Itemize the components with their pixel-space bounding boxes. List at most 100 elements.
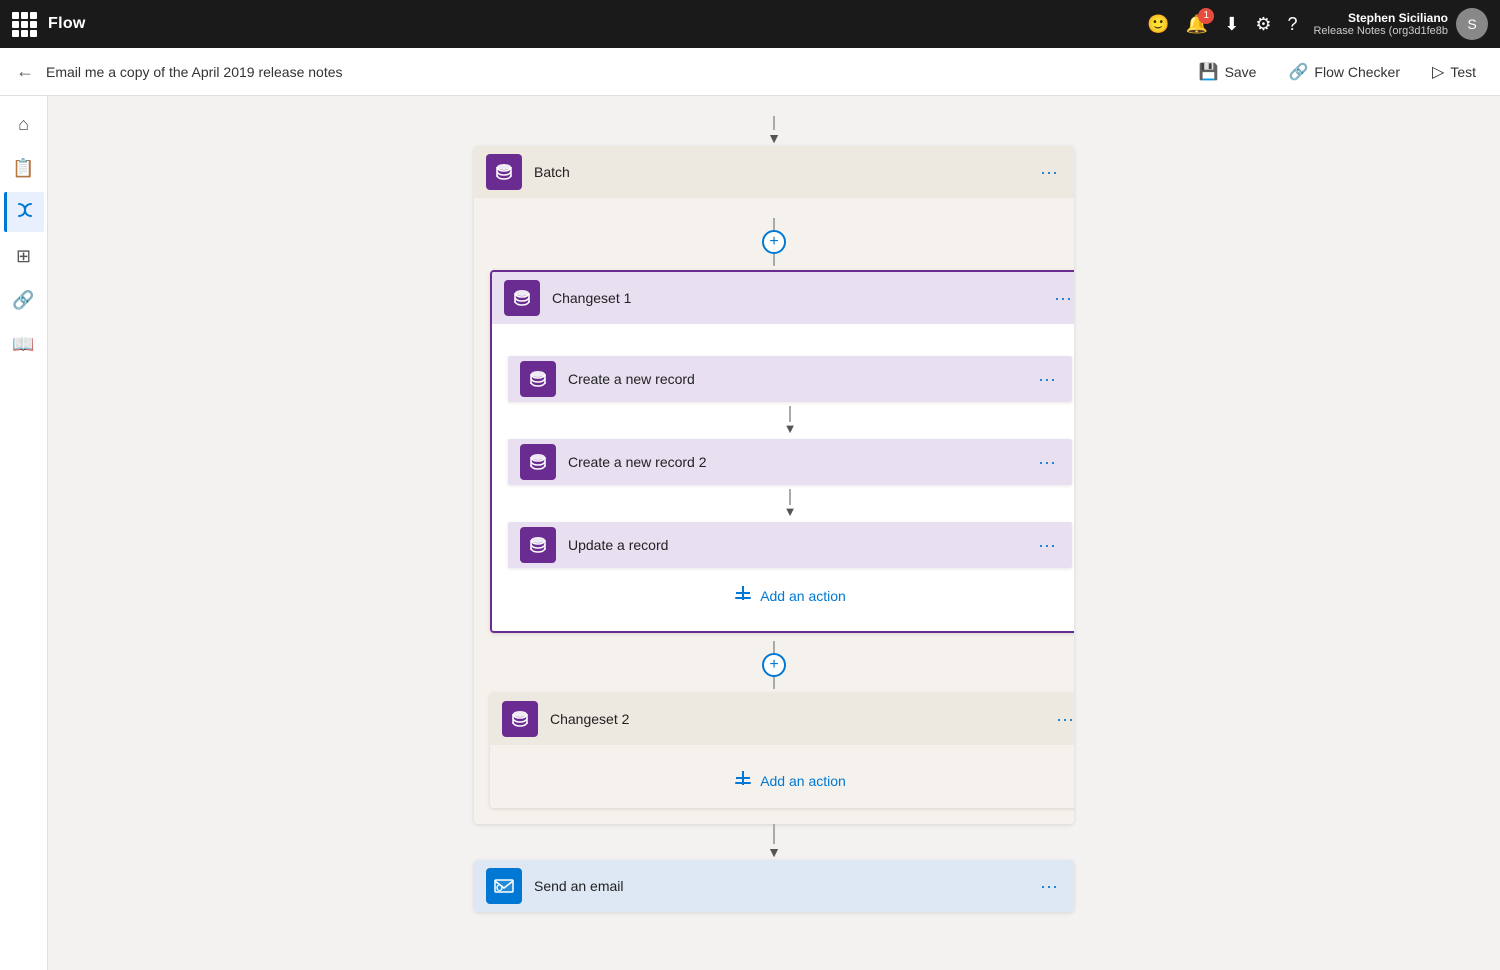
save-button[interactable]: 💾 Save bbox=[1191, 58, 1265, 86]
sidebar-item-connectors[interactable]: 🔗 bbox=[4, 280, 44, 320]
flow-canvas: ▼ Batch bbox=[48, 96, 1500, 970]
gear-icon: ⚙ bbox=[1255, 14, 1271, 35]
avatar: S bbox=[1456, 8, 1488, 40]
changeset1-more-button[interactable]: ··· bbox=[1050, 284, 1074, 313]
settings-button[interactable]: ⚙ bbox=[1255, 14, 1271, 35]
arrow-connector-bottom: ▼ bbox=[767, 824, 781, 860]
waffle-icon bbox=[12, 12, 36, 36]
sidebar-item-approvals[interactable]: 📋 bbox=[4, 148, 44, 188]
link-icon: 🔗 bbox=[12, 290, 34, 311]
create-record-2-icon bbox=[520, 444, 556, 480]
home-icon: ⌂ bbox=[18, 114, 29, 135]
ellipsis-icon: ··· bbox=[1040, 162, 1058, 182]
waffle-menu-button[interactable] bbox=[12, 12, 36, 36]
changeset1-icon bbox=[504, 280, 540, 316]
batch-card-body: + bbox=[474, 198, 1074, 824]
sidebar-item-learn[interactable]: 📖 bbox=[4, 324, 44, 364]
changeset1-body: Create a new record ··· ▼ bbox=[492, 324, 1074, 631]
user-profile[interactable]: Stephen Siciliano Release Notes (org3d1f… bbox=[1313, 8, 1488, 40]
add-action-row-2[interactable]: Add an action bbox=[506, 753, 1074, 800]
notification-count: 1 bbox=[1198, 8, 1214, 24]
send-email-icon: O bbox=[486, 868, 522, 904]
batch-more-button[interactable]: ··· bbox=[1036, 158, 1062, 187]
test-icon: ▷ bbox=[1432, 62, 1444, 82]
changeset1-title: Changeset 1 bbox=[552, 290, 1038, 306]
sidebar-item-templates[interactable]: ⊞ bbox=[4, 236, 44, 276]
user-name: Stephen Siciliano bbox=[1313, 11, 1448, 25]
help-button[interactable]: ? bbox=[1287, 14, 1297, 35]
arrow-connector-3: ▼ bbox=[508, 489, 1072, 518]
add-step-button-1[interactable]: + bbox=[762, 230, 786, 254]
batch-icon bbox=[486, 154, 522, 190]
breadcrumb: Email me a copy of the April 2019 releas… bbox=[46, 64, 343, 80]
back-button[interactable]: ← bbox=[16, 61, 34, 82]
update-record-icon bbox=[520, 527, 556, 563]
canvas-content: ▼ Batch bbox=[48, 96, 1500, 970]
toolbar-actions: 💾 Save 🔗 Flow Checker ▷ Test bbox=[1191, 58, 1484, 86]
add-step-button-2[interactable]: + bbox=[762, 653, 786, 677]
changeset2-title: Changeset 2 bbox=[550, 711, 1040, 727]
sidebar-item-connections[interactable] bbox=[4, 192, 44, 232]
user-org: Release Notes (org3d1fe8b bbox=[1313, 25, 1448, 37]
changeset2-more-button[interactable]: ··· bbox=[1052, 705, 1074, 734]
test-button[interactable]: ▷ Test bbox=[1424, 58, 1484, 86]
batch-card-header[interactable]: Batch ··· bbox=[474, 146, 1074, 198]
create-record-2-more-button[interactable]: ··· bbox=[1034, 448, 1060, 477]
send-email-card: O Send an email ··· bbox=[474, 860, 1074, 912]
create-record-2-header[interactable]: Create a new record 2 ··· bbox=[508, 439, 1072, 485]
flow-checker-label: Flow Checker bbox=[1314, 64, 1400, 80]
changeset2-header[interactable]: Changeset 2 ··· bbox=[490, 693, 1074, 745]
add-action-row-1[interactable]: Add an action bbox=[508, 568, 1072, 615]
update-record-title: Update a record bbox=[568, 537, 1022, 553]
action-card-create-record-2: Create a new record 2 ··· bbox=[508, 439, 1072, 485]
batch-title: Batch bbox=[534, 164, 1024, 180]
flow-checker-button[interactable]: 🔗 Flow Checker bbox=[1280, 58, 1408, 86]
flow-checker-icon: 🔗 bbox=[1288, 62, 1308, 82]
smiley-icon: 🙂 bbox=[1147, 14, 1169, 35]
notifications-button[interactable]: 🔔 1 bbox=[1186, 14, 1208, 35]
add-action-icon-2 bbox=[734, 769, 752, 792]
download-icon: ⬇ bbox=[1224, 14, 1239, 35]
changeset2-body: Add an action bbox=[490, 745, 1074, 808]
batch-card: Batch ··· + bbox=[474, 146, 1074, 824]
update-record-more-button[interactable]: ··· bbox=[1034, 531, 1060, 560]
side-navigation: ⌂ 📋 ⊞ 🔗 📖 bbox=[0, 96, 48, 970]
nav-icons: 🙂 🔔 1 ⬇ ⚙ ? Stephen Siciliano Release No… bbox=[1147, 8, 1488, 40]
changeset2-icon bbox=[502, 701, 538, 737]
create-record-2-title: Create a new record 2 bbox=[568, 454, 1022, 470]
ellipsis-icon: ··· bbox=[1038, 369, 1056, 389]
ellipsis-icon: ··· bbox=[1038, 535, 1056, 555]
app-title: Flow bbox=[48, 15, 86, 33]
add-action-label-1: Add an action bbox=[760, 588, 846, 604]
changeset1-header[interactable]: Changeset 1 ··· bbox=[492, 272, 1074, 324]
ellipsis-icon: ··· bbox=[1056, 709, 1074, 729]
create-record-1-more-button[interactable]: ··· bbox=[1034, 365, 1060, 394]
plus-connector-1: + bbox=[490, 218, 1058, 266]
top-navigation: Flow 🙂 🔔 1 ⬇ ⚙ ? Stephen Siciliano Relea… bbox=[0, 0, 1500, 48]
test-label: Test bbox=[1450, 64, 1476, 80]
plus-connector-2: + bbox=[490, 641, 1058, 689]
grid-icon: ⊞ bbox=[16, 246, 31, 267]
ellipsis-icon: ··· bbox=[1040, 876, 1058, 896]
create-record-1-title: Create a new record bbox=[568, 371, 1022, 387]
download-button[interactable]: ⬇ bbox=[1224, 14, 1239, 35]
send-email-more-button[interactable]: ··· bbox=[1036, 872, 1062, 901]
changeset1-card: Changeset 1 ··· bbox=[490, 270, 1074, 633]
update-record-header[interactable]: Update a record ··· bbox=[508, 522, 1072, 568]
send-email-header[interactable]: O Send an email ··· bbox=[474, 860, 1074, 912]
toolbar: ← Email me a copy of the April 2019 rele… bbox=[0, 48, 1500, 96]
add-action-icon bbox=[734, 584, 752, 607]
back-arrow-icon: ← bbox=[16, 61, 34, 82]
book-icon: 📖 bbox=[12, 334, 34, 355]
clipboard-icon: 📋 bbox=[12, 158, 34, 179]
changeset2-card: Changeset 2 ··· bbox=[490, 693, 1074, 808]
feedback-button[interactable]: 🙂 bbox=[1147, 14, 1169, 35]
flow-icon bbox=[15, 200, 35, 225]
create-record-1-icon bbox=[520, 361, 556, 397]
save-label: Save bbox=[1225, 64, 1257, 80]
create-record-1-header[interactable]: Create a new record ··· bbox=[508, 356, 1072, 402]
top-connector: ▼ bbox=[767, 116, 781, 146]
arrow-connector-2: ▼ bbox=[508, 406, 1072, 435]
sidebar-item-home[interactable]: ⌂ bbox=[4, 104, 44, 144]
send-email-title: Send an email bbox=[534, 878, 1024, 894]
